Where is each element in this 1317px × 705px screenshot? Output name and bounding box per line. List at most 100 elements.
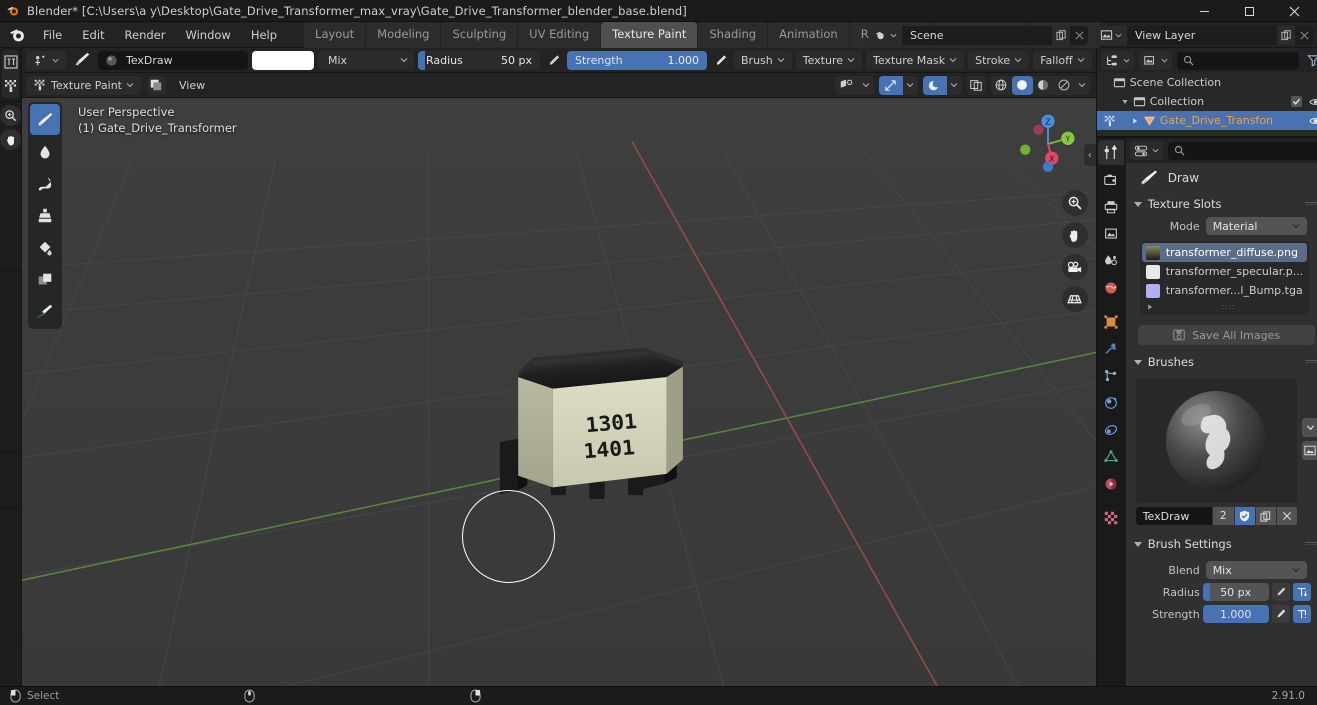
panel-texture-slots[interactable]: Texture Slots xyxy=(1126,193,1317,215)
solid-shading-icon[interactable] xyxy=(1011,75,1033,95)
menu-render[interactable]: Render xyxy=(116,25,175,45)
tab-modeling[interactable]: Modeling xyxy=(366,21,441,48)
interaction-mode-selector[interactable]: Texture Paint xyxy=(26,75,141,95)
save-all-images-button[interactable]: Save All Images xyxy=(1137,325,1315,345)
tab-layout[interactable]: Layout xyxy=(304,21,366,48)
tab-physics[interactable] xyxy=(1098,390,1124,415)
outliner-filter-icon[interactable] xyxy=(1304,51,1317,70)
viewport-canvas[interactable]: 1301 1401 User Perspective (1) Gate_Driv… xyxy=(22,98,1096,686)
menu-file[interactable]: File xyxy=(34,25,71,45)
outliner-search-input[interactable] xyxy=(1176,51,1299,70)
radius-unit-icon[interactable] xyxy=(1292,583,1311,601)
panel-brush-settings[interactable]: Brush Settings xyxy=(1126,533,1317,555)
mode-dropdown[interactable]: Material xyxy=(1205,217,1307,235)
tab-tool[interactable] xyxy=(1098,140,1125,165)
browse-brush-icon[interactable] xyxy=(1301,418,1317,437)
expand-triangle-icon[interactable] xyxy=(1146,303,1154,311)
gizmo-chevron-icon[interactable] xyxy=(903,76,918,95)
brush-color-swatch[interactable] xyxy=(252,50,314,70)
tab-texture[interactable] xyxy=(1098,505,1124,530)
visibility-chevron-icon[interactable] xyxy=(859,76,874,95)
texture-mask-popover[interactable]: Texture Mask xyxy=(866,50,965,70)
eye-icon[interactable] xyxy=(1309,116,1317,126)
list-item[interactable]: transformer_specular.p... xyxy=(1142,262,1308,281)
ortho-icon[interactable] xyxy=(1061,286,1088,312)
view-menu[interactable]: View xyxy=(172,76,212,95)
tab-modifiers[interactable] xyxy=(1098,336,1124,361)
blend-dropdown[interactable]: Mix xyxy=(1205,561,1307,579)
wireframe-shading-icon[interactable] xyxy=(991,76,1012,95)
tool-soften[interactable] xyxy=(30,136,60,167)
menu-window[interactable]: Window xyxy=(176,25,239,45)
tab-object[interactable] xyxy=(1098,309,1124,334)
list-item[interactable]: transformer...l_Bump.tga xyxy=(1142,281,1308,300)
zoom-region-icon[interactable] xyxy=(0,105,21,126)
brush-name-field[interactable]: TexDraw xyxy=(1135,507,1212,525)
tool-annotate[interactable] xyxy=(30,296,60,327)
texture-popover[interactable]: Texture xyxy=(795,50,863,70)
strength-unit-icon[interactable] xyxy=(1292,605,1311,623)
stroke-popover[interactable]: Stroke xyxy=(968,50,1030,70)
view-layer-selector[interactable]: View Layer xyxy=(1094,25,1313,45)
expand-triangle-icon[interactable] xyxy=(1131,117,1139,125)
blender-logo-icon[interactable] xyxy=(8,25,28,45)
show-gizmo-icon[interactable] xyxy=(878,75,903,95)
object-visibility-icon[interactable] xyxy=(835,76,859,95)
tool-fill[interactable] xyxy=(30,232,60,263)
radius-pressure-icon[interactable] xyxy=(544,51,563,70)
tab-output[interactable] xyxy=(1098,194,1124,219)
copy-icon[interactable] xyxy=(1255,507,1276,525)
outliner-row-gate-drive-transformer[interactable]: Gate_Drive_Transfon xyxy=(1096,111,1317,130)
brush-popover[interactable]: Brush xyxy=(734,50,792,70)
rendered-shading-icon[interactable] xyxy=(1054,76,1075,95)
eye-icon[interactable] xyxy=(1309,97,1317,107)
zoom-icon[interactable] xyxy=(1061,190,1088,216)
brush-preview-image-icon[interactable] xyxy=(1301,441,1317,460)
brush-user-count[interactable]: 2 xyxy=(1212,507,1234,525)
panel-expand-triangle-icon[interactable] xyxy=(1133,359,1142,365)
outliner-editor-type[interactable] xyxy=(1100,51,1134,70)
radius-pressure-icon[interactable] xyxy=(1271,583,1290,601)
sidebar-toggle[interactable]: ‹ xyxy=(1083,144,1096,166)
xray-toggle[interactable] xyxy=(966,75,986,95)
editor-type-selector[interactable] xyxy=(26,50,66,70)
tab-world[interactable] xyxy=(1098,275,1124,300)
tab-scene[interactable] xyxy=(1098,248,1124,273)
panel-expand-triangle-icon[interactable] xyxy=(1133,201,1142,207)
strength-slider[interactable]: Strength 1.000 xyxy=(567,50,707,70)
panel-brushes[interactable]: Brushes xyxy=(1126,351,1317,373)
tab-view-layer[interactable] xyxy=(1098,221,1124,246)
radius-slider[interactable]: Radius 50 px xyxy=(418,50,540,70)
camera-icon[interactable] xyxy=(1061,254,1088,280)
new-scene-button[interactable] xyxy=(1052,25,1070,45)
pan-view-icon[interactable] xyxy=(0,129,21,150)
tab-sculpting[interactable]: Sculpting xyxy=(441,21,518,48)
outliner-row-scene-collection[interactable]: Scene Collection xyxy=(1097,73,1317,92)
tab-uv-editing[interactable]: UV Editing xyxy=(518,21,601,48)
view-layer-name[interactable]: View Layer xyxy=(1127,26,1277,45)
remove-view-layer-button[interactable] xyxy=(1295,26,1313,45)
tab-texture-paint[interactable]: Texture Paint xyxy=(601,21,698,48)
paint-mask-toggle[interactable] xyxy=(146,75,166,95)
pan-icon[interactable] xyxy=(1061,222,1088,248)
outliner-display-mode[interactable] xyxy=(1138,51,1172,70)
scene-icon[interactable] xyxy=(869,25,902,45)
minimize-button[interactable] xyxy=(1182,0,1227,22)
radius-value-slider[interactable]: 50 px xyxy=(1202,583,1269,601)
tab-particles[interactable] xyxy=(1098,363,1124,388)
new-view-layer-button[interactable] xyxy=(1277,25,1295,45)
tool-draw[interactable] xyxy=(30,104,60,135)
tool-clone[interactable] xyxy=(30,200,60,231)
strength-pressure-icon[interactable] xyxy=(711,51,730,70)
tool-mask[interactable] xyxy=(30,264,60,295)
blend-mode-dropdown[interactable]: Mix xyxy=(318,50,414,70)
menu-help[interactable]: Help xyxy=(242,25,286,45)
scene-selector[interactable]: Scene xyxy=(869,25,1088,45)
uv-editor-icon[interactable] xyxy=(2,50,19,74)
expand-triangle-icon[interactable] xyxy=(1121,98,1129,106)
maximize-button[interactable] xyxy=(1227,0,1272,22)
shield-icon[interactable] xyxy=(1234,507,1255,525)
visibility-popover[interactable] xyxy=(834,75,874,95)
material-preview-shading-icon[interactable] xyxy=(1033,76,1054,95)
checkbox-icon[interactable] xyxy=(1290,96,1302,107)
